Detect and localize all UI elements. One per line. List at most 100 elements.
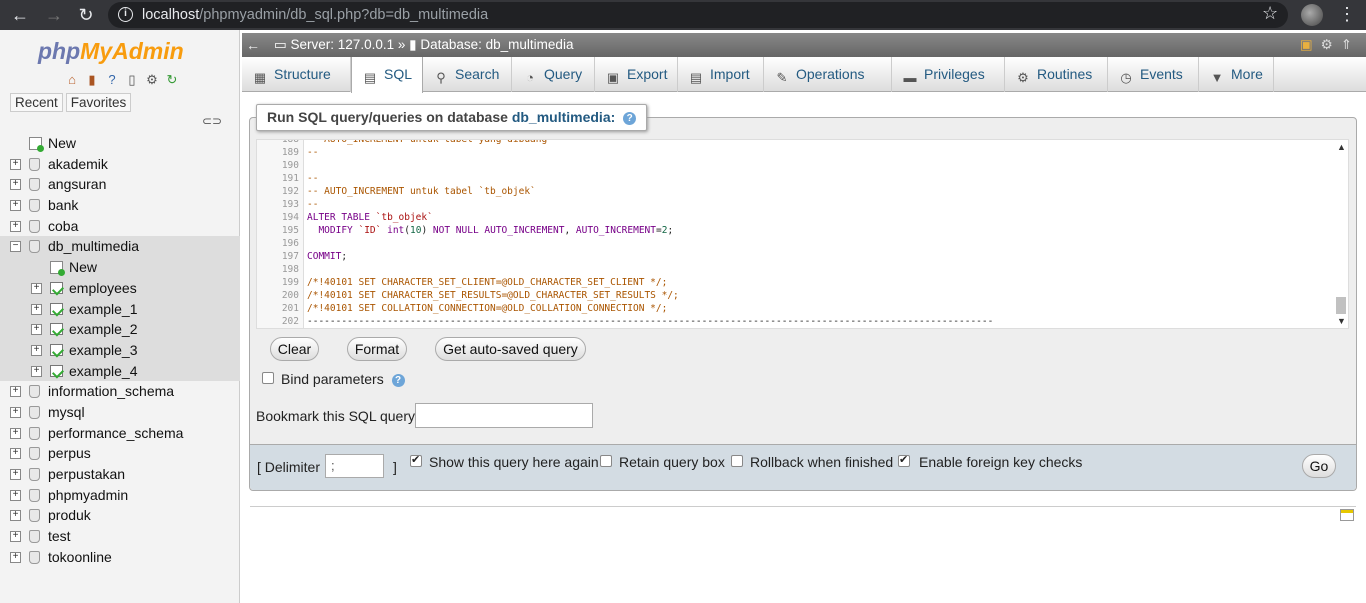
clear-button[interactable]: Clear	[270, 337, 319, 361]
retain-query-label[interactable]: Retain query box	[619, 454, 725, 470]
tree-item-label[interactable]: example_1	[69, 299, 138, 319]
rollback-checkbox[interactable]	[731, 455, 743, 467]
delimiter-input[interactable]: ;	[325, 454, 384, 478]
database-tree-item[interactable]: + mysql	[0, 402, 240, 423]
help-icon[interactable]: ?	[391, 374, 405, 387]
expand-icon[interactable]: +	[31, 365, 42, 377]
tree-item-label[interactable]: akademik	[48, 154, 108, 174]
console-note-icon[interactable]	[1340, 509, 1354, 521]
expand-icon[interactable]: +	[10, 531, 21, 543]
forward-arrow-icon[interactable]: →	[42, 3, 66, 27]
tab-import[interactable]: ▤ Import	[678, 57, 764, 92]
back-arrow-icon[interactable]: ←	[8, 3, 32, 27]
editor-scrollbar[interactable]: ▲ ▼	[1334, 140, 1348, 328]
database-tree-item[interactable]: + perpustakan	[0, 464, 240, 485]
retain-query-checkbox[interactable]	[600, 455, 612, 467]
settings-gear-icon[interactable]: ⚙	[144, 72, 160, 88]
collapse-up-icon[interactable]: ⇑	[1341, 37, 1360, 52]
scroll-thumb[interactable]	[1336, 297, 1346, 314]
tab-more[interactable]: ▼ More	[1199, 57, 1274, 92]
tree-item-label[interactable]: example_3	[69, 340, 138, 360]
format-button[interactable]: Format	[347, 337, 407, 361]
settings-gear-icon[interactable]: ⚙	[1321, 37, 1341, 52]
bind-parameters-label[interactable]: Bind parameters ?	[281, 371, 405, 387]
expand-icon[interactable]: +	[10, 179, 21, 191]
show-query-checkbox[interactable]	[410, 453, 422, 467]
tree-item-label[interactable]: example_4	[69, 361, 138, 381]
bind-parameters-checkbox[interactable]	[262, 372, 274, 384]
reload-icon[interactable]: ↻	[74, 3, 98, 27]
tree-item-label[interactable]: bank	[48, 195, 78, 215]
tree-item-label[interactable]: information_schema	[48, 381, 174, 401]
expand-icon[interactable]: +	[10, 448, 21, 460]
new-tree-item[interactable]: New	[0, 257, 240, 278]
tree-item-label[interactable]: employees	[69, 278, 137, 298]
foreign-key-checkbox[interactable]	[898, 453, 910, 467]
tab-structure[interactable]: ▦ Structure	[242, 57, 351, 92]
foreign-key-label[interactable]: Enable foreign key checks	[919, 454, 1082, 470]
expand-icon[interactable]: +	[31, 303, 42, 315]
scroll-down-icon[interactable]: ▼	[1337, 316, 1346, 326]
database-tree-item[interactable]: + bank	[0, 195, 240, 216]
expand-icon[interactable]: +	[10, 510, 21, 522]
tree-item-label[interactable]: example_2	[69, 319, 138, 339]
tab-sql[interactable]: ▤ SQL	[351, 57, 423, 93]
bookmark-input[interactable]	[415, 403, 593, 428]
go-button[interactable]: Go	[1302, 454, 1336, 478]
tab-export[interactable]: ▣ Export	[595, 57, 678, 92]
tree-item-label[interactable]: mysql	[48, 402, 85, 422]
collapse-icon[interactable]: −	[10, 241, 21, 253]
show-query-label[interactable]: Show this query here again	[429, 454, 599, 470]
tree-item-label[interactable]: db_multimedia	[48, 236, 139, 256]
expand-icon[interactable]: +	[10, 469, 21, 480]
lock-icon[interactable]: ▣	[1300, 37, 1321, 52]
table-tree-item[interactable]: + example_1	[0, 298, 240, 320]
tab-routines[interactable]: ⚙ Routines	[1005, 57, 1108, 92]
tree-item-label[interactable]: tokoonline	[48, 547, 112, 567]
database-tree-item[interactable]: + performance_schema	[0, 423, 240, 444]
address-bar[interactable]: i localhost/phpmyadmin/db_sql.php?db=db_…	[108, 2, 1288, 28]
tree-item-label[interactable]: perpus	[48, 443, 91, 463]
tree-item-label[interactable]: phpmyadmin	[48, 485, 128, 505]
tree-item-label[interactable]: perpustakan	[48, 464, 125, 484]
phpmyadmin-logo[interactable]: phpMyAdmin	[38, 38, 184, 65]
database-tree-item[interactable]: + information_schema	[0, 381, 240, 402]
tree-item-label[interactable]: produk	[48, 505, 91, 525]
bookmark-star-icon[interactable]: ☆	[1262, 3, 1278, 24]
tree-item-label[interactable]: New	[69, 257, 97, 277]
sql-editor[interactable]: 188 -- AUTO_INCREMENT untuk tabel yang di…	[256, 139, 1349, 329]
table-tree-item[interactable]: + example_2	[0, 319, 240, 340]
rollback-label[interactable]: Rollback when finished	[750, 454, 893, 470]
expand-icon[interactable]: +	[10, 386, 21, 398]
collapse-arrow-icon[interactable]: ←	[246, 33, 260, 57]
table-tree-item[interactable]: + employees	[0, 277, 240, 299]
help-icon[interactable]: ?	[623, 112, 637, 125]
tree-item-label[interactable]: test	[48, 526, 71, 546]
expand-icon[interactable]: +	[10, 158, 21, 170]
database-tree-item[interactable]: + angsuran	[0, 174, 240, 195]
database-tree-item[interactable]: + akademik	[0, 154, 240, 175]
database-tree-item[interactable]: + produk	[0, 505, 240, 526]
breadcrumb-database[interactable]: Database: db_multimedia	[420, 37, 573, 52]
home-icon[interactable]: ⌂	[64, 72, 80, 88]
database-tree-item[interactable]: − db_multimedia	[0, 236, 240, 258]
table-tree-item[interactable]: + example_3	[0, 339, 240, 361]
tab-query[interactable]: ◔ Query	[512, 57, 595, 92]
tree-item-label[interactable]: angsuran	[48, 174, 106, 194]
database-tree-item[interactable]: + coba	[0, 216, 240, 237]
expand-icon[interactable]: +	[31, 344, 42, 356]
recent-tab[interactable]: Recent	[10, 93, 63, 112]
expand-icon[interactable]: +	[31, 324, 42, 336]
expand-icon[interactable]: +	[10, 489, 21, 501]
profile-avatar[interactable]	[1301, 4, 1323, 26]
table-tree-item[interactable]: + example_4	[0, 360, 240, 382]
expand-icon[interactable]: +	[10, 427, 21, 439]
info-icon[interactable]: i	[118, 7, 133, 22]
tab-operations[interactable]: ✎ Operations	[764, 57, 892, 92]
tree-item-label[interactable]: New	[48, 133, 76, 153]
breadcrumb-server[interactable]: Server: 127.0.0.1	[291, 37, 395, 52]
database-tree-item[interactable]: + perpus	[0, 443, 240, 464]
expand-icon[interactable]: +	[31, 282, 42, 294]
expand-icon[interactable]: +	[10, 406, 21, 418]
database-tree-item[interactable]: + test	[0, 526, 240, 547]
